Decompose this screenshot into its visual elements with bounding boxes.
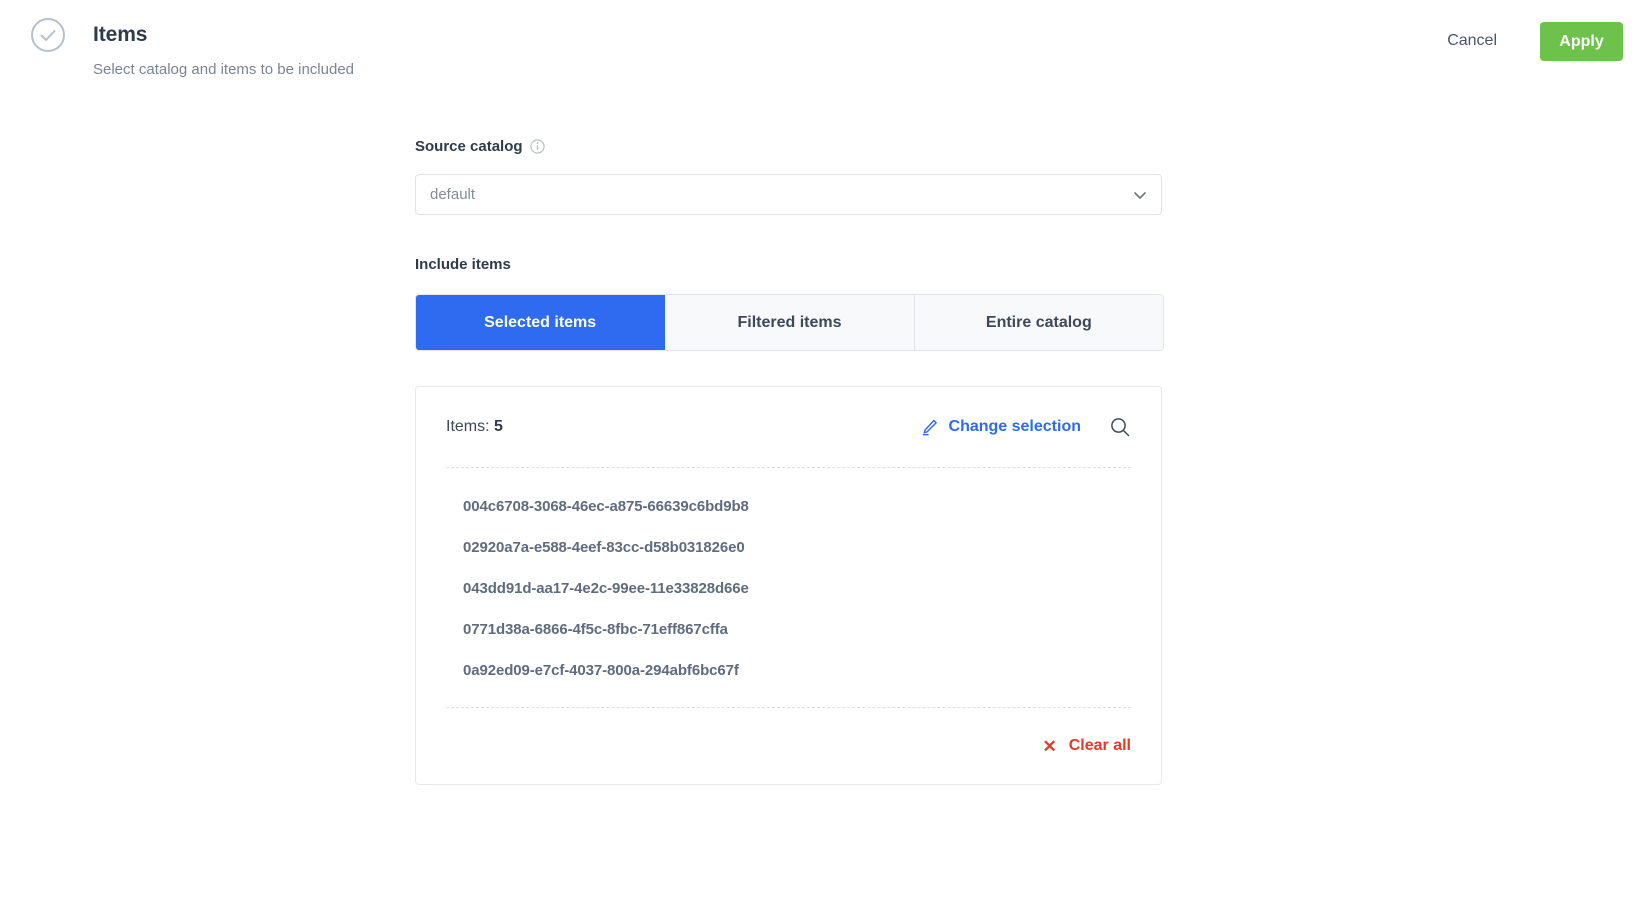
search-icon[interactable] xyxy=(1109,416,1131,438)
list-item[interactable]: 004c6708-3068-46ec-a875-66639c6bd9b8 xyxy=(446,486,1131,527)
source-catalog-label: Source catalog xyxy=(415,138,1162,155)
tab-entire-catalog[interactable]: Entire catalog xyxy=(914,295,1163,350)
source-catalog-label-text: Source catalog xyxy=(415,138,523,155)
clear-all-button[interactable]: ✕ Clear all xyxy=(1042,737,1131,755)
list-item[interactable]: 0771d38a-6866-4f5c-8fbc-71eff867cffa xyxy=(446,609,1131,650)
list-item[interactable]: 043dd91d-aa17-4e2c-99ee-11e33828d66e xyxy=(446,568,1131,609)
form-body: Source catalog default Include items Sel… xyxy=(415,138,1164,785)
selected-items-list: 004c6708-3068-46ec-a875-66639c6bd9b8 029… xyxy=(446,468,1131,707)
source-catalog-select-wrap: default xyxy=(415,174,1162,215)
items-configuration-panel: Items Select catalog and items to be inc… xyxy=(0,0,1648,918)
close-x-icon: ✕ xyxy=(1042,736,1057,756)
list-item[interactable]: 02920a7a-e588-4eef-83cc-d58b031826e0 xyxy=(446,527,1131,568)
clear-all-label: Clear all xyxy=(1068,737,1131,754)
items-count: Items: 5 xyxy=(446,418,503,436)
change-selection-label: Change selection xyxy=(948,418,1081,435)
items-card: Items: 5 Change selection 004c6708-3068-… xyxy=(415,386,1162,785)
apply-button[interactable]: Apply xyxy=(1540,22,1623,61)
list-item[interactable]: 0a92ed09-e7cf-4037-800a-294abf6bc67f xyxy=(446,650,1131,691)
items-card-footer: ✕ Clear all xyxy=(446,708,1131,784)
source-catalog-select[interactable]: default xyxy=(415,174,1162,215)
include-items-tabs: Selected items Filtered items Entire cat… xyxy=(415,294,1164,351)
tab-filtered-items[interactable]: Filtered items xyxy=(665,295,915,350)
page-title: Items xyxy=(93,23,148,46)
items-count-label: Items: xyxy=(446,418,490,435)
cancel-button[interactable]: Cancel xyxy=(1439,26,1505,56)
page-subtitle: Select catalog and items to be included xyxy=(93,61,354,78)
panel-header: Items Select catalog and items to be inc… xyxy=(0,0,1648,88)
tab-selected-items[interactable]: Selected items xyxy=(416,295,666,350)
items-count-value: 5 xyxy=(494,418,503,435)
pencil-icon xyxy=(920,418,939,437)
items-card-header: Items: 5 Change selection xyxy=(446,387,1131,467)
info-icon[interactable] xyxy=(529,139,545,154)
change-selection-button[interactable]: Change selection xyxy=(920,418,1081,437)
check-circle-icon xyxy=(31,18,65,52)
source-catalog-value: default xyxy=(430,186,476,203)
items-card-actions: Change selection xyxy=(920,416,1131,438)
include-items-label: Include items xyxy=(415,256,511,273)
